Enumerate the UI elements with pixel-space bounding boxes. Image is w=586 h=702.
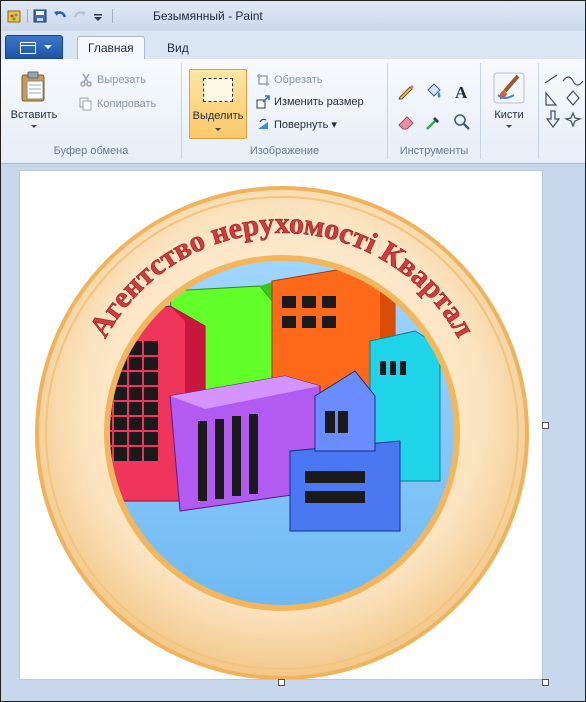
drawing-canvas[interactable]: Агентство нерухомості Квартал <box>20 171 542 680</box>
chevron-down-icon <box>506 125 512 128</box>
chevron-down-icon <box>215 128 221 131</box>
tab-home[interactable]: Главная <box>77 36 145 61</box>
select-label: Выделить <box>192 110 244 122</box>
copy-icon <box>79 97 92 111</box>
pencil-icon[interactable] <box>396 81 418 106</box>
paint-app-icon[interactable] <box>7 8 23 24</box>
rotate-icon <box>258 118 268 129</box>
magnifier-icon[interactable] <box>452 112 474 137</box>
scissors-icon <box>80 73 92 87</box>
clipboard-group: Вставить Вырезать Копировать Буфер обмен… <box>1 63 182 159</box>
chevron-down-icon <box>31 125 37 128</box>
qat-separator <box>27 9 28 23</box>
shapes-gallery[interactable] <box>543 73 585 138</box>
brushes-button[interactable]: Кисти <box>485 69 533 135</box>
text-tool-icon[interactable]: A <box>452 81 474 106</box>
eraser-icon[interactable] <box>396 112 418 137</box>
save-icon[interactable] <box>32 8 48 24</box>
copy-label: Копировать <box>97 98 157 110</box>
paste-button[interactable]: Вставить <box>11 69 57 129</box>
tools-group-label: Инструменты <box>399 145 469 157</box>
cut-label: Вырезать <box>97 74 146 86</box>
agency-logo: Агентство нерухомості Квартал <box>35 186 529 680</box>
paint-window: Безымянный - Paint Главная Вид Вставить … <box>0 0 586 702</box>
customize-qat-icon[interactable] <box>92 8 108 24</box>
redo-icon[interactable] <box>72 8 88 24</box>
paste-label: Вставить <box>10 109 58 121</box>
tab-view[interactable]: Вид <box>157 37 199 59</box>
chevron-down-icon <box>44 45 52 49</box>
crop-icon <box>257 74 269 86</box>
ribbon-tabs: Главная Вид <box>1 31 585 61</box>
resize-icon <box>256 95 270 109</box>
crop-button[interactable]: Обрезать <box>256 71 323 89</box>
crop-label: Обрезать <box>274 74 323 86</box>
quick-access-toolbar <box>7 7 113 25</box>
resize-button[interactable]: Изменить размер <box>256 93 364 111</box>
svg-text:A: A <box>455 83 468 101</box>
resize-label: Изменить размер <box>274 96 364 108</box>
shapes-icons <box>544 74 584 128</box>
brushes-label: Кисти <box>494 109 524 121</box>
paint-menu-button[interactable] <box>5 35 63 59</box>
clipboard-icon <box>21 71 45 102</box>
resize-handle-corner[interactable] <box>542 679 549 686</box>
resize-handle-right[interactable] <box>542 422 549 429</box>
menu-icon <box>20 42 36 54</box>
image-group: Выделить Обрезать Изменить размер Поверн… <box>182 63 388 159</box>
clipboard-group-label: Буфер обмена <box>53 145 129 157</box>
color-picker-icon[interactable] <box>424 112 446 137</box>
brush-icon <box>493 72 525 104</box>
copy-button[interactable]: Копировать <box>79 95 156 113</box>
select-rect-icon <box>203 78 233 102</box>
title-bar: Безымянный - Paint <box>1 1 585 32</box>
fill-bucket-icon[interactable] <box>424 81 446 106</box>
work-area: Агентство нерухомості Квартал <box>1 164 585 701</box>
resize-handle-bottom[interactable] <box>278 679 285 686</box>
tools-group: A Инструменты <box>388 63 481 159</box>
undo-icon[interactable] <box>52 8 68 24</box>
image-group-label: Изображение <box>249 145 320 157</box>
select-button[interactable]: Выделить <box>189 69 247 139</box>
cut-button[interactable]: Вырезать <box>79 71 146 89</box>
rotate-button[interactable]: Повернуть ▾ <box>256 115 337 133</box>
ribbon: Вставить Вырезать Копировать Буфер обмен… <box>1 59 585 164</box>
rotate-label: Повернуть ▾ <box>274 118 337 131</box>
window-title: Безымянный - Paint <box>153 9 263 23</box>
qat-separator <box>112 9 113 23</box>
group-separator <box>538 63 539 159</box>
